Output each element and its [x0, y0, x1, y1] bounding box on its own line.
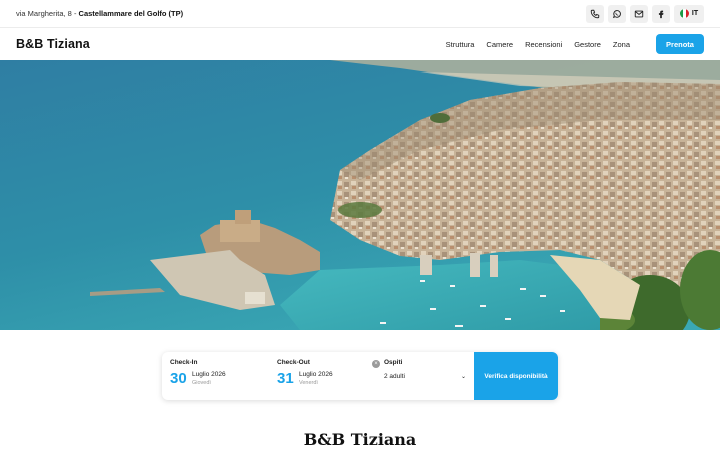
address-street: via Margherita, 8 -	[16, 9, 79, 18]
nav-menu: Struttura Camere Recensioni Gestore Zona…	[446, 34, 704, 54]
check-availability-button[interactable]: Verifica disponibilità	[474, 352, 558, 400]
top-bar: via Margherita, 8 - Castellammare del Go…	[0, 0, 720, 28]
guests-value: 2 adulti	[384, 373, 405, 380]
address-city: Castellammare del Golfo (TP)	[78, 9, 184, 18]
whatsapp-button[interactable]	[608, 4, 626, 23]
address: via Margherita, 8 - Castellammare del Go…	[16, 9, 183, 18]
guests-select[interactable]: 2 adulti ⌄	[384, 373, 466, 380]
contact-icons: IT	[586, 4, 704, 23]
main-nav: B&B Tiziana Struttura Camere Recensioni …	[0, 28, 720, 60]
facebook-icon	[658, 10, 664, 18]
checkout-weekday: Venerdì	[299, 379, 318, 386]
phone-icon	[590, 9, 600, 18]
brand-logo[interactable]: B&B Tiziana	[16, 37, 90, 51]
facebook-button[interactable]	[652, 4, 670, 23]
mail-icon	[634, 10, 644, 17]
nav-item-struttura[interactable]: Struttura	[446, 40, 475, 49]
language-label: IT	[691, 10, 699, 17]
section-title: B&B Tiziana	[303, 430, 417, 449]
checkout-label: Check-Out	[277, 359, 310, 366]
chevron-down-icon: ⌄	[460, 374, 466, 380]
phone-button[interactable]	[586, 4, 604, 23]
italy-flag-icon	[679, 9, 689, 18]
whatsapp-icon	[612, 9, 621, 18]
book-now-button[interactable]: Prenota	[656, 34, 704, 54]
checkout-month: Luglio 2026	[299, 370, 333, 378]
checkin-weekday: Giovedì	[192, 379, 211, 386]
hero-image	[0, 60, 720, 330]
booking-widget: Check-In 30 Luglio 2026 Giovedì Check-Ou…	[162, 352, 558, 400]
checkin-field[interactable]: Check-In 30 Luglio 2026 Giovedì	[162, 352, 269, 400]
checkin-day: 30	[170, 370, 187, 387]
nav-item-gestore[interactable]: Gestore	[574, 40, 601, 49]
guests-label: Ospiti	[384, 359, 403, 366]
nav-item-recensioni[interactable]: Recensioni	[525, 40, 562, 49]
checkout-field[interactable]: Check-Out 31 Luglio 2026 Venerdì ×	[269, 352, 380, 400]
checkin-month: Luglio 2026	[192, 370, 226, 378]
nav-item-zona[interactable]: Zona	[613, 40, 630, 49]
language-selector[interactable]: IT	[674, 4, 704, 23]
mail-button[interactable]	[630, 4, 648, 23]
nav-item-camere[interactable]: Camere	[486, 40, 513, 49]
checkout-day: 31	[277, 370, 294, 387]
guests-field[interactable]: Ospiti 2 adulti ⌄	[376, 352, 474, 400]
checkin-label: Check-In	[170, 359, 198, 366]
